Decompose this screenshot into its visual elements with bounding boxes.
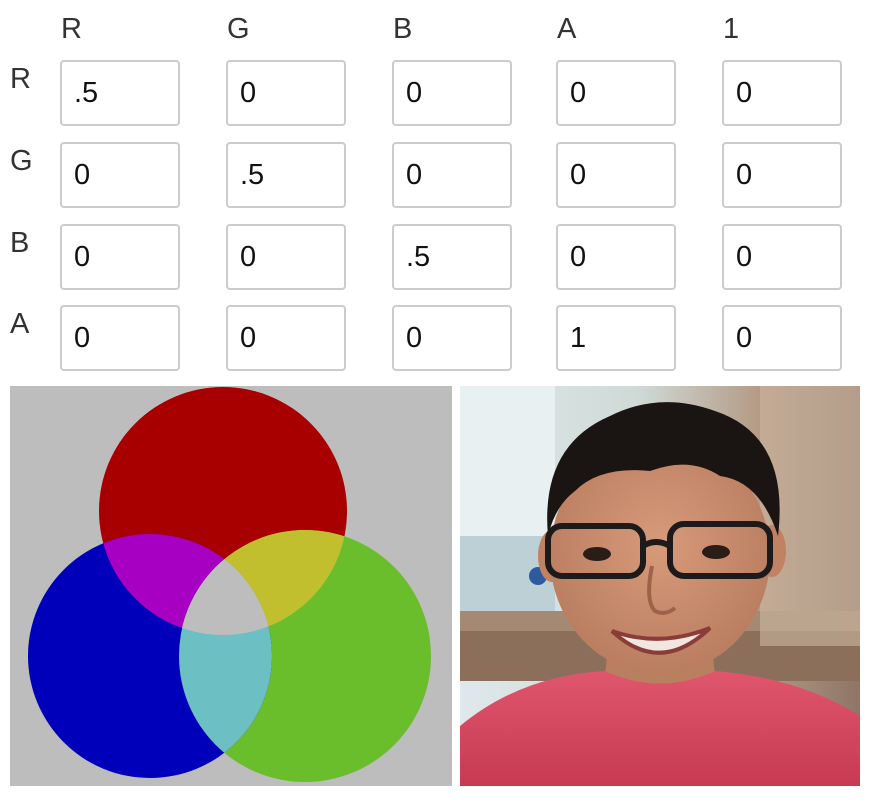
column-header-g: G: [227, 13, 250, 45]
portrait-photo: [460, 386, 860, 786]
rgb-venn-preview: [10, 386, 452, 786]
matrix-cell-b-g[interactable]: [226, 224, 346, 290]
matrix-cell-r-1[interactable]: [722, 60, 842, 126]
matrix-cell-a-r[interactable]: [60, 305, 180, 371]
row-header-b: B: [10, 227, 30, 259]
matrix-cell-a-g[interactable]: [226, 305, 346, 371]
matrix-cell-a-a[interactable]: [556, 305, 676, 371]
left-eye: [583, 547, 611, 561]
right-eye: [702, 545, 730, 559]
row-header-g: G: [10, 145, 33, 177]
matrix-cell-b-a[interactable]: [556, 224, 676, 290]
row-header-r: R: [10, 63, 31, 95]
matrix-cell-g-1[interactable]: [722, 142, 842, 208]
matrix-cell-r-a[interactable]: [556, 60, 676, 126]
matrix-cell-b-r[interactable]: [60, 224, 180, 290]
matrix-cell-g-a[interactable]: [556, 142, 676, 208]
matrix-cell-a-b[interactable]: [392, 305, 512, 371]
column-header-r: R: [61, 13, 82, 45]
column-header-b: B: [393, 13, 413, 45]
matrix-cell-b-1[interactable]: [722, 224, 842, 290]
matrix-cell-a-1[interactable]: [722, 305, 842, 371]
rgb-venn-diagram: [10, 386, 452, 786]
column-header-a: A: [557, 13, 577, 45]
matrix-cell-g-b[interactable]: [392, 142, 512, 208]
column-header-1: 1: [723, 13, 740, 45]
matrix-cell-r-g[interactable]: [226, 60, 346, 126]
matrix-cell-b-b[interactable]: [392, 224, 512, 290]
matrix-cell-g-r[interactable]: [60, 142, 180, 208]
row-header-a: A: [10, 308, 30, 340]
photo-preview: [460, 386, 860, 786]
matrix-cell-r-r[interactable]: [60, 60, 180, 126]
matrix-cell-g-g[interactable]: [226, 142, 346, 208]
matrix-cell-r-b[interactable]: [392, 60, 512, 126]
